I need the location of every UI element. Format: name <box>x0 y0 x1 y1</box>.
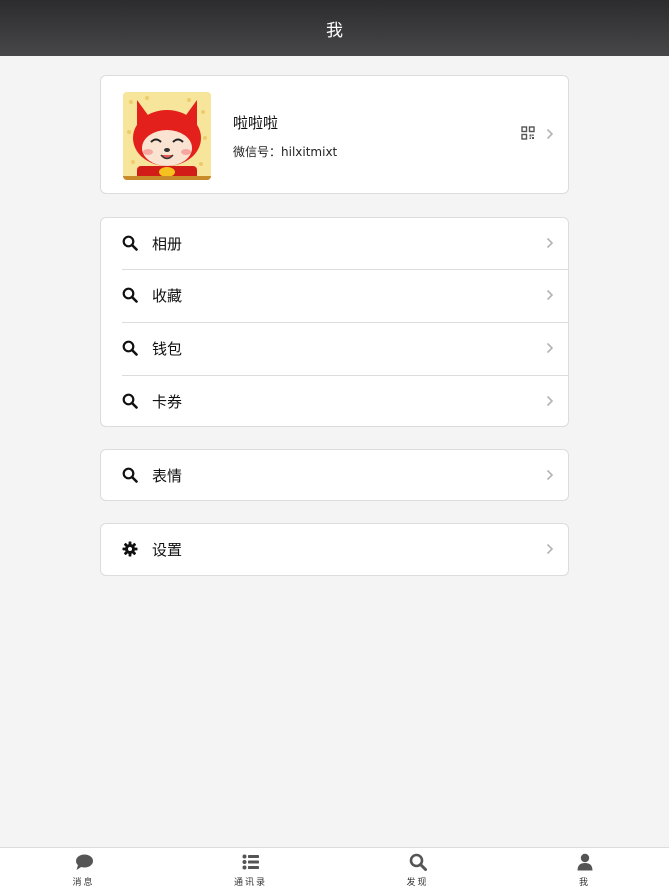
tab-label: 我 <box>578 878 590 888</box>
tab-messages[interactable]: 消息 <box>0 848 167 892</box>
menu-group-settings: 设置 <box>100 523 569 576</box>
avatar[interactable] <box>123 92 211 180</box>
tab-label: 通讯录 <box>233 878 267 888</box>
search-icon <box>122 393 138 409</box>
search-icon <box>122 235 138 251</box>
qr-code-icon[interactable] <box>521 126 535 140</box>
chevron-right-icon <box>546 237 554 249</box>
menu-item-wallet[interactable]: 钱包 <box>101 323 568 375</box>
menu-item-label: 卡券 <box>152 393 183 411</box>
chevron-right-icon <box>546 395 554 407</box>
menu-item-favorites[interactable]: 收藏 <box>101 270 568 322</box>
page-title: 我 <box>326 20 343 41</box>
menu-item-label: 钱包 <box>152 340 183 358</box>
menu-item-settings[interactable]: 设置 <box>101 524 568 576</box>
tab-label: 发现 <box>406 878 429 888</box>
tab-me[interactable]: 我 <box>501 848 668 892</box>
menu-item-coupons[interactable]: 卡券 <box>101 376 568 428</box>
bottom-tab-bar: 消息 通讯录 发现 我 <box>0 847 669 892</box>
chevron-right-icon <box>546 289 554 301</box>
search-icon <box>122 287 138 303</box>
tab-label: 消息 <box>72 878 95 888</box>
tab-discover[interactable]: 发现 <box>334 848 501 892</box>
chevron-right-icon <box>546 342 554 354</box>
menu-item-label: 收藏 <box>152 287 183 305</box>
chevron-right-icon <box>546 469 554 481</box>
wechat-id: 微信号：hilxitmixt <box>233 145 338 159</box>
menu-group-stickers: 表情 <box>100 449 569 501</box>
menu-item-album[interactable]: 相册 <box>101 218 568 270</box>
menu-item-label: 表情 <box>152 467 183 485</box>
menu-item-stickers[interactable]: 表情 <box>101 450 568 502</box>
list-icon <box>242 854 259 870</box>
profile-name: 啦啦啦 <box>233 114 279 132</box>
search-icon <box>409 853 427 871</box>
menu-item-label: 相册 <box>152 235 183 253</box>
fox-avatar-image <box>123 92 211 180</box>
tab-contacts[interactable]: 通讯录 <box>167 848 334 892</box>
search-icon <box>122 467 138 483</box>
menu-group-main: 相册 收藏 钱包 卡券 <box>100 217 569 427</box>
top-navigation-bar: 我 <box>0 0 669 56</box>
chat-bubble-icon <box>75 854 93 870</box>
chevron-right-icon <box>546 543 554 555</box>
profile-card[interactable]: 啦啦啦 微信号：hilxitmixt <box>100 75 569 194</box>
search-icon <box>122 340 138 356</box>
chevron-right-icon <box>546 128 554 140</box>
menu-item-label: 设置 <box>152 541 183 559</box>
gear-icon <box>122 541 138 557</box>
user-icon <box>577 853 592 871</box>
